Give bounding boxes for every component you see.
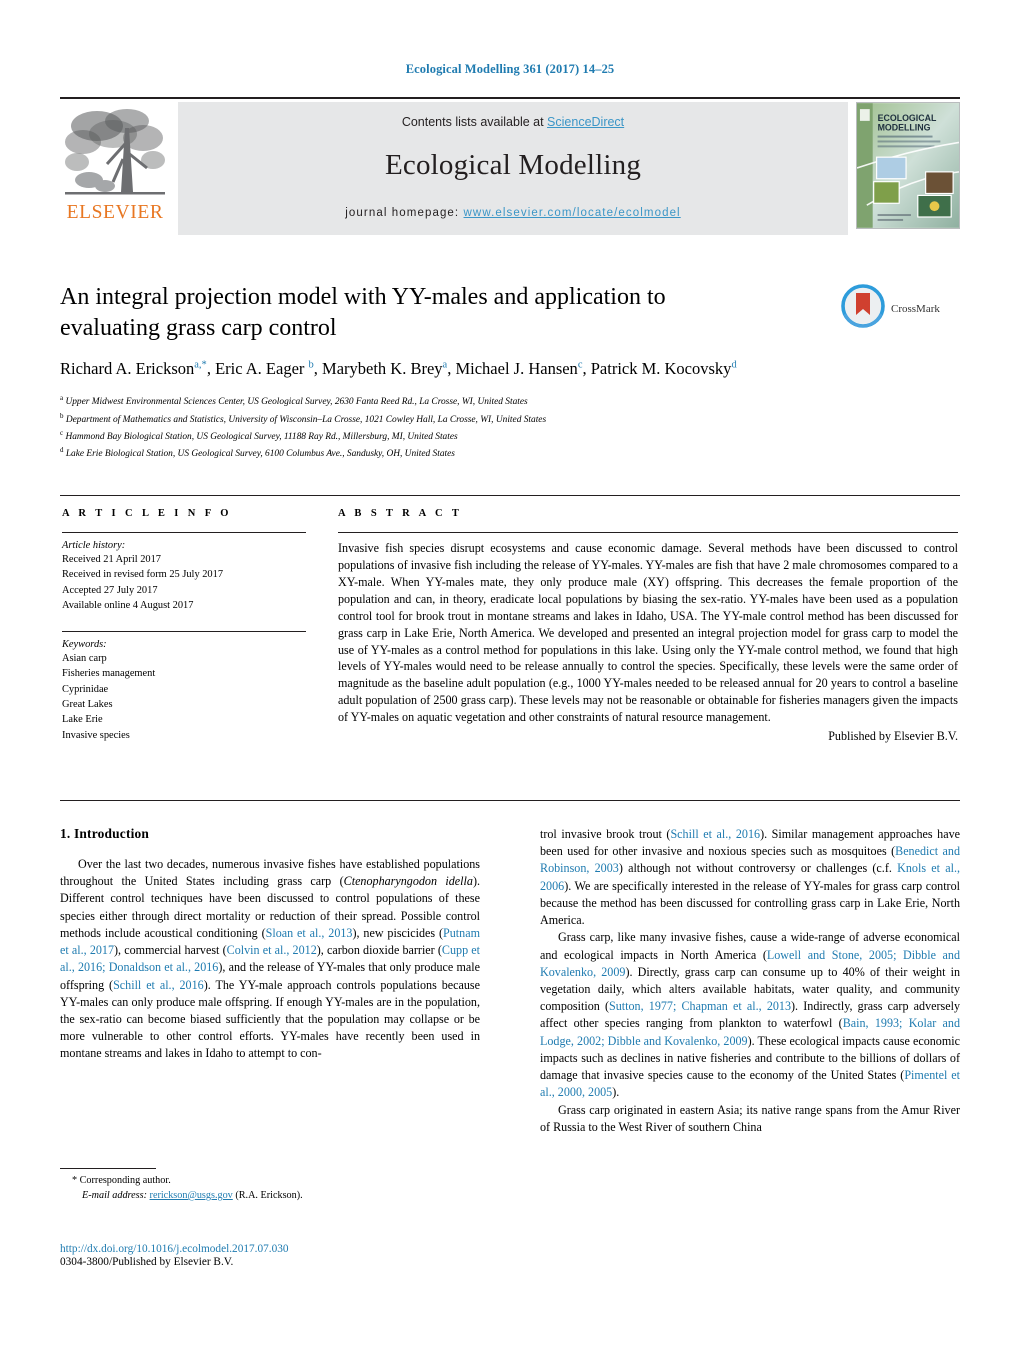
corresponding-marker: * [72,1175,78,1186]
abstract-column: A B S T R A C T Invasive fish species di… [338,508,958,744]
elsevier-wordmark: ELSEVIER [66,202,164,223]
homepage-prefix: journal homepage: [345,207,464,219]
contents-prefix: Contents lists available at [401,115,548,129]
keyword-item: Great Lakes [62,699,113,711]
elsevier-logo: ELSEVIER [60,102,170,235]
journal-homepage-link[interactable]: www.elsevier.com/locate/ecolmodel [464,207,681,219]
email-label: E-mail address: [82,1189,147,1201]
keywords-label: Keywords: [62,639,107,651]
article-info-rule [62,532,306,533]
svg-text:MODELLING: MODELLING [878,123,931,133]
email-line: E-mail address: rerickson@usgs.gov (R.A.… [60,1189,480,1204]
corresponding-label: Corresponding author. [79,1175,171,1186]
info-top-rule [60,495,960,496]
affiliation-text: Upper Midwest Environmental Sciences Cen… [65,397,528,408]
affiliation-text: Hammond Bay Biological Station, US Geolo… [65,432,458,443]
crossmark-icon [840,283,886,334]
paragraph: Grass carp originated in eastern Asia; i… [540,1102,960,1134]
crossmark-label: CrossMark [891,302,940,315]
affiliation-marker: c [60,429,64,438]
author-list: Richard A. Ericksona,*, Eric A. Eager b,… [60,359,737,379]
journal-band: Contents lists available at ScienceDirec… [178,102,848,235]
affiliation-item: b Department of Mathematics and Statisti… [60,411,760,428]
affiliation-marker: b [60,411,64,420]
article-page: Ecological Modelling 361 (2017) 14–25 EL… [0,0,1020,1351]
title-block: An integral projection model with YY-mal… [60,282,760,463]
affiliation-marker: a [60,394,64,403]
paragraph: Grass carp, like many invasive fishes, c… [540,930,960,1100]
journal-homepage-line: journal homepage: www.elsevier.com/locat… [345,207,680,219]
journal-title: Ecological Modelling [384,149,642,181]
section-heading-introduction: 1. Introduction [60,826,150,841]
affiliation-text: Lake Erie Biological Station, US Geologi… [65,449,455,460]
page-title: An integral projection model with YY-mal… [60,284,666,341]
paragraph: trol invasive brook trout (Schill et al.… [540,827,961,928]
keywords-rule [62,631,306,633]
footnote-rule [60,1168,156,1169]
article-info-column: A R T I C L E I N F O Article history: R… [62,508,306,743]
abstract-rule [338,532,958,533]
corresponding-author-line: * Corresponding author. [60,1174,480,1189]
article-history-label: Article history: [62,540,126,551]
keyword-item: Cyprinidae [62,683,109,695]
doi-link[interactable]: http://dx.doi.org/10.1016/j.ecolmodel.20… [60,1243,560,1255]
svg-text:ECOLOGICAL: ECOLOGICAL [878,113,937,123]
body-column-right: trol invasive brook trout (Schill et al.… [540,826,960,1136]
elsevier-tree-icon [63,104,167,202]
article-history-item: Received 21 April 2017 [62,554,161,565]
keyword-item: Invasive species [62,729,130,741]
article-history-item: Accepted 27 July 2017 [62,584,158,596]
issn-copyright-line: 0304-3800/Published by Elsevier B.V. [60,1256,234,1268]
affiliation-item: d Lake Erie Biological Station, US Geolo… [60,445,760,462]
body-column-left: 1. Introduction Over the last two decade… [60,826,480,1063]
keyword-item: Lake Erie [62,714,103,726]
keyword-item: Fisheries management [62,668,156,680]
abstract-bottom-rule [60,800,960,801]
affiliation-item: a Upper Midwest Environmental Sciences C… [60,393,760,410]
published-by: Published by Elsevier B.V. [828,729,958,744]
affiliation-list: a Upper Midwest Environmental Sciences C… [60,393,760,462]
running-head: Ecological Modelling 361 (2017) 14–25 [405,62,615,76]
keyword-item: Asian carp [62,653,107,665]
abstract-text: Invasive fish species disrupt ecosystems… [338,541,958,725]
affiliation-marker: d [60,446,64,455]
affiliation-text: Department of Mathematics and Statistics… [65,414,547,425]
paragraph: Over the last two decades, numerous inva… [60,857,481,1061]
article-history-item: Available online 4 August 2017 [62,599,194,611]
journal-masthead: ELSEVIER Contents lists available at Sci… [60,97,960,235]
contents-available-line: Contents lists available at ScienceDirec… [402,115,624,129]
email-link[interactable]: rerickson@usgs.gov [150,1190,233,1201]
footer-doi-block: http://dx.doi.org/10.1016/j.ecolmodel.20… [60,1243,560,1268]
article-history-item: Received in revised form 25 July 2017 [62,569,224,581]
article-info-heading: A R T I C L E I N F O [62,508,232,519]
journal-cover-thumbnail[interactable]: ECOLOGICAL MODELLING [856,102,960,229]
abstract-heading: A B S T R A C T [338,508,463,519]
corresponding-author-footnote: * Corresponding author. E-mail address: … [60,1168,480,1204]
crossmark-badge[interactable]: CrossMark [840,283,952,334]
sciencedirect-link[interactable]: ScienceDirect [547,115,624,129]
email-attribution: (R.A. Erickson). [235,1189,303,1201]
affiliation-item: c Hammond Bay Biological Station, US Geo… [60,428,760,445]
